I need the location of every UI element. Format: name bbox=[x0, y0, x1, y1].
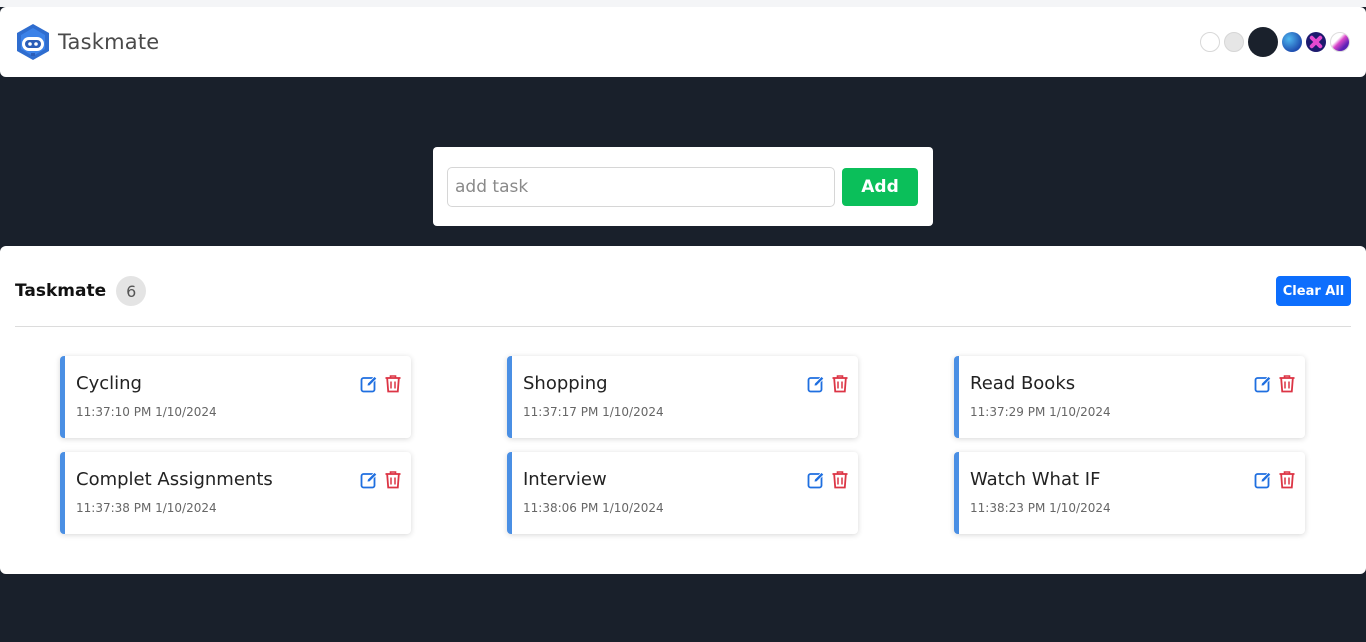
task-title: Read Books bbox=[970, 373, 1076, 394]
task-list-header: Taskmate 6 Clear All bbox=[15, 275, 1351, 307]
task-title: Watch What IF bbox=[970, 469, 1101, 490]
theme-light-swatch[interactable] bbox=[1200, 32, 1220, 52]
theme-blue-swatch[interactable] bbox=[1282, 32, 1302, 52]
brand[interactable]: Taskmate bbox=[14, 23, 159, 61]
task-title: Shopping bbox=[523, 373, 608, 394]
theme-cross-swatch[interactable] bbox=[1306, 32, 1326, 52]
edit-icon[interactable] bbox=[807, 375, 825, 393]
task-timestamp: 11:37:29 PM 1/10/2024 bbox=[970, 405, 1111, 419]
brand-name: Taskmate bbox=[58, 30, 160, 54]
task-title: Complet Assignments bbox=[76, 469, 273, 490]
task-list-panel: Taskmate 6 Clear All Cycling 11:37:10 PM… bbox=[0, 246, 1366, 574]
task-card: Shopping 11:37:17 PM 1/10/2024 bbox=[507, 356, 858, 438]
task-input[interactable] bbox=[447, 166, 835, 207]
task-timestamp: 11:38:23 PM 1/10/2024 bbox=[970, 501, 1111, 515]
edit-icon[interactable] bbox=[360, 375, 378, 393]
add-task-form: Add bbox=[433, 147, 933, 226]
task-timestamp: 11:37:10 PM 1/10/2024 bbox=[76, 405, 217, 419]
theme-grey-swatch[interactable] bbox=[1224, 32, 1244, 52]
task-card: Cycling 11:37:10 PM 1/10/2024 bbox=[60, 356, 411, 438]
app-header: Taskmate bbox=[0, 7, 1366, 77]
theme-dark-swatch[interactable] bbox=[1248, 27, 1278, 57]
theme-pink-swatch[interactable] bbox=[1330, 32, 1350, 52]
delete-icon[interactable] bbox=[1278, 374, 1296, 393]
edit-icon[interactable] bbox=[1254, 375, 1272, 393]
task-card: Read Books 11:37:29 PM 1/10/2024 bbox=[954, 356, 1305, 438]
task-timestamp: 11:37:38 PM 1/10/2024 bbox=[76, 501, 217, 515]
delete-icon[interactable] bbox=[1278, 470, 1296, 489]
delete-icon[interactable] bbox=[384, 374, 402, 393]
top-strip bbox=[0, 0, 1366, 7]
edit-icon[interactable] bbox=[360, 471, 378, 489]
task-title: Interview bbox=[523, 469, 607, 490]
robot-logo-icon bbox=[17, 24, 49, 60]
task-card: Interview 11:38:06 PM 1/10/2024 bbox=[507, 452, 858, 534]
task-list-title: Taskmate bbox=[15, 281, 107, 301]
task-card: Complet Assignments 11:37:38 PM 1/10/202… bbox=[60, 452, 411, 534]
delete-icon[interactable] bbox=[831, 374, 849, 393]
divider bbox=[15, 326, 1351, 327]
task-timestamp: 11:38:06 PM 1/10/2024 bbox=[523, 501, 664, 515]
clear-all-button[interactable]: Clear All bbox=[1276, 276, 1351, 306]
task-count-badge: 6 bbox=[116, 276, 147, 306]
task-timestamp: 11:37:17 PM 1/10/2024 bbox=[523, 405, 664, 419]
edit-icon[interactable] bbox=[1254, 471, 1272, 489]
theme-switcher bbox=[1200, 27, 1350, 57]
task-title: Cycling bbox=[76, 373, 142, 394]
task-card: Watch What IF 11:38:23 PM 1/10/2024 bbox=[954, 452, 1305, 534]
delete-icon[interactable] bbox=[831, 470, 849, 489]
add-button[interactable]: Add bbox=[842, 167, 918, 206]
delete-icon[interactable] bbox=[384, 470, 402, 489]
edit-icon[interactable] bbox=[807, 471, 825, 489]
